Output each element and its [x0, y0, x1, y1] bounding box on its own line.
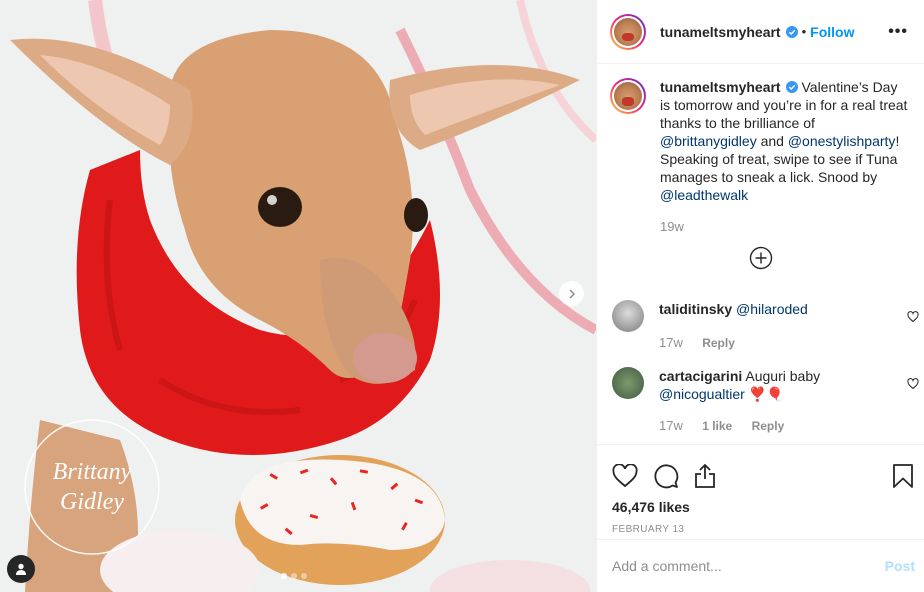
- header-separator: •: [801, 24, 807, 39]
- commenter-avatar[interactable]: [612, 300, 644, 332]
- action-bar: [597, 445, 924, 495]
- commenter-username[interactable]: cartacigarini: [659, 368, 742, 384]
- heart-icon[interactable]: [907, 311, 919, 323]
- carousel-dot: [301, 573, 307, 579]
- bookmark-icon[interactable]: [892, 463, 914, 489]
- follow-button[interactable]: Follow: [810, 24, 854, 40]
- mention-link[interactable]: @brittanygidley: [660, 133, 757, 149]
- add-circle-icon[interactable]: [749, 246, 773, 270]
- commenter-avatar[interactable]: [612, 367, 644, 399]
- carousel-dot: [291, 573, 297, 579]
- post-modal: Brittany Gidley tunameltsmyheart • Follo…: [0, 0, 924, 592]
- likes-count[interactable]: 46,476 likes: [597, 499, 924, 515]
- reply-button[interactable]: Reply: [702, 336, 735, 350]
- author-username[interactable]: tunameltsmyheart: [660, 24, 781, 40]
- post-comment-button[interactable]: Post: [885, 558, 915, 574]
- share-icon[interactable]: [693, 463, 717, 489]
- post-side-panel: tunameltsmyheart • Follow ••• tunameltsm…: [596, 0, 924, 592]
- verified-badge-icon: [785, 81, 798, 93]
- post-caption: tunameltsmyheart Valentine’s Day is tomo…: [597, 65, 924, 204]
- add-comment-bar: Post: [597, 539, 924, 592]
- mention-link[interactable]: @hilaroded: [736, 301, 808, 317]
- comment-item: taliditinsky @hilaroded 17w Reply: [597, 300, 924, 352]
- carousel-dot: [281, 573, 287, 579]
- heart-icon[interactable]: [612, 464, 638, 488]
- comment-time: 17w: [659, 335, 683, 350]
- photographer-watermark: Brittany Gidley: [24, 419, 160, 555]
- comment-text: Auguri baby: [742, 368, 821, 384]
- watermark-line1: Brittany: [53, 459, 132, 485]
- comment-emoji: ❣️🎈: [744, 386, 784, 402]
- post-actions-area: 46,476 likes FEBRUARY 13: [597, 444, 924, 535]
- comment-likes[interactable]: 1 like: [702, 419, 732, 433]
- comment-item: cartacigarini Auguri baby @nicogualtier …: [597, 367, 924, 435]
- caption-text-part: and: [756, 133, 788, 149]
- comment-body: taliditinsky @hilaroded 17w Reply: [659, 300, 808, 352]
- caption-username[interactable]: tunameltsmyheart: [660, 79, 781, 95]
- comments-list[interactable]: tunameltsmyheart Valentine’s Day is tomo…: [597, 65, 924, 445]
- mention-link[interactable]: @leadthewalk: [660, 187, 748, 203]
- post-header: tunameltsmyheart • Follow •••: [597, 0, 924, 64]
- next-slide-button[interactable]: [559, 281, 584, 306]
- comment-meta: 17w Reply: [659, 334, 808, 352]
- watermark-line2: Gidley: [60, 489, 124, 515]
- chevron-right-icon: [568, 288, 575, 299]
- mention-link[interactable]: @onestylishparty: [788, 133, 896, 149]
- comment-meta: 17w 1 like Reply: [659, 417, 895, 435]
- caption-text: tunameltsmyheart Valentine’s Day is tomo…: [660, 78, 909, 204]
- verified-badge-icon: [785, 25, 798, 38]
- post-date[interactable]: FEBRUARY 13: [597, 524, 924, 535]
- reply-button[interactable]: Reply: [752, 419, 785, 433]
- caption-timestamp: 19w: [660, 219, 684, 234]
- commenter-username[interactable]: taliditinsky: [659, 301, 732, 317]
- user-tag-button[interactable]: [7, 555, 35, 583]
- carousel-indicator: [281, 573, 307, 579]
- author-avatar[interactable]: [610, 13, 646, 50]
- more-icon[interactable]: •••: [888, 23, 908, 41]
- comment-body: cartacigarini Auguri baby @nicogualtier …: [659, 367, 895, 435]
- mention-link[interactable]: @nicogualtier: [659, 386, 745, 402]
- post-photo[interactable]: Brittany Gidley: [0, 0, 596, 592]
- comment-input[interactable]: [612, 558, 885, 574]
- comment-icon[interactable]: [653, 463, 679, 489]
- caption-avatar[interactable]: [610, 78, 646, 114]
- comment-time: 17w: [659, 418, 683, 433]
- user-tag-icon: [16, 563, 26, 575]
- heart-icon[interactable]: [907, 378, 919, 390]
